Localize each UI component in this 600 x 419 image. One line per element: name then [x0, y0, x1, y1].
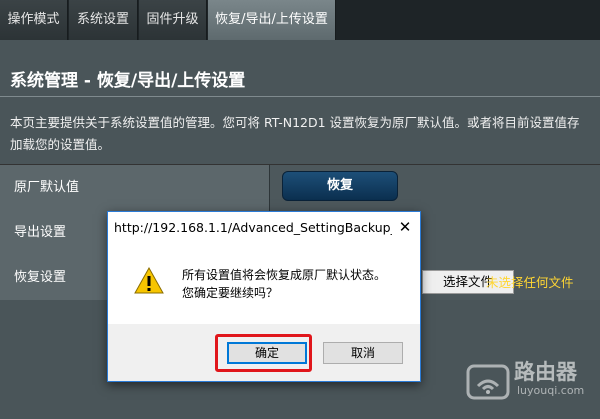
tab-restore-export-upload[interactable]: 恢复/导出/上传设置: [208, 0, 336, 40]
restore-button[interactable]: 恢复: [282, 171, 398, 201]
confirm-dialog: http://192.168.1.1/Advanced_SettingBacku…: [107, 211, 421, 382]
factory-default-cell: 恢复: [270, 165, 600, 210]
dialog-footer: 确定 取消: [108, 324, 420, 381]
page-title: 系统管理 - 恢复/导出/上传设置: [10, 71, 246, 91]
ok-button[interactable]: 确定: [227, 342, 307, 364]
factory-default-row: 原厂默认值 恢复: [0, 165, 600, 210]
dialog-message-line2: 您确定要继续吗？: [182, 286, 279, 300]
watermark-text: 路由器: [514, 360, 577, 384]
close-icon[interactable]: ✕: [390, 212, 420, 243]
watermark: 路由器 luyouqi.com: [462, 356, 600, 419]
tab-bar: 操作模式 系统设置 固件升级 恢复/导出/上传设置: [0, 0, 600, 40]
dialog-body: 所有设置值将会恢复成原厂默认状态。 您确定要继续吗？: [108, 243, 420, 324]
tab-firmware-upgrade[interactable]: 固件升级: [139, 0, 207, 40]
factory-default-label: 原厂默认值: [0, 165, 270, 210]
warning-icon: [134, 267, 164, 294]
dialog-message-line1: 所有设置值将会恢复成原厂默认状态。: [182, 268, 387, 282]
page-description-line2: 加载您的设置值。: [10, 137, 111, 152]
tab-operation-mode[interactable]: 操作模式: [0, 0, 68, 40]
divider: [0, 96, 600, 97]
page-description-line1: 本页主要提供关于系统设置值的管理。您可将 RT-N12D1 设置恢复为原厂默认值…: [10, 115, 580, 130]
cancel-button[interactable]: 取消: [323, 342, 403, 364]
router-icon: [466, 364, 510, 400]
file-status-text: 未选择任何文件: [486, 275, 574, 290]
dialog-title: http://192.168.1.1/Advanced_SettingBacku…: [114, 220, 392, 235]
watermark-url: luyouqi.com: [517, 384, 585, 397]
tab-system-settings[interactable]: 系统设置: [69, 0, 138, 40]
dialog-titlebar: http://192.168.1.1/Advanced_SettingBacku…: [108, 212, 420, 243]
